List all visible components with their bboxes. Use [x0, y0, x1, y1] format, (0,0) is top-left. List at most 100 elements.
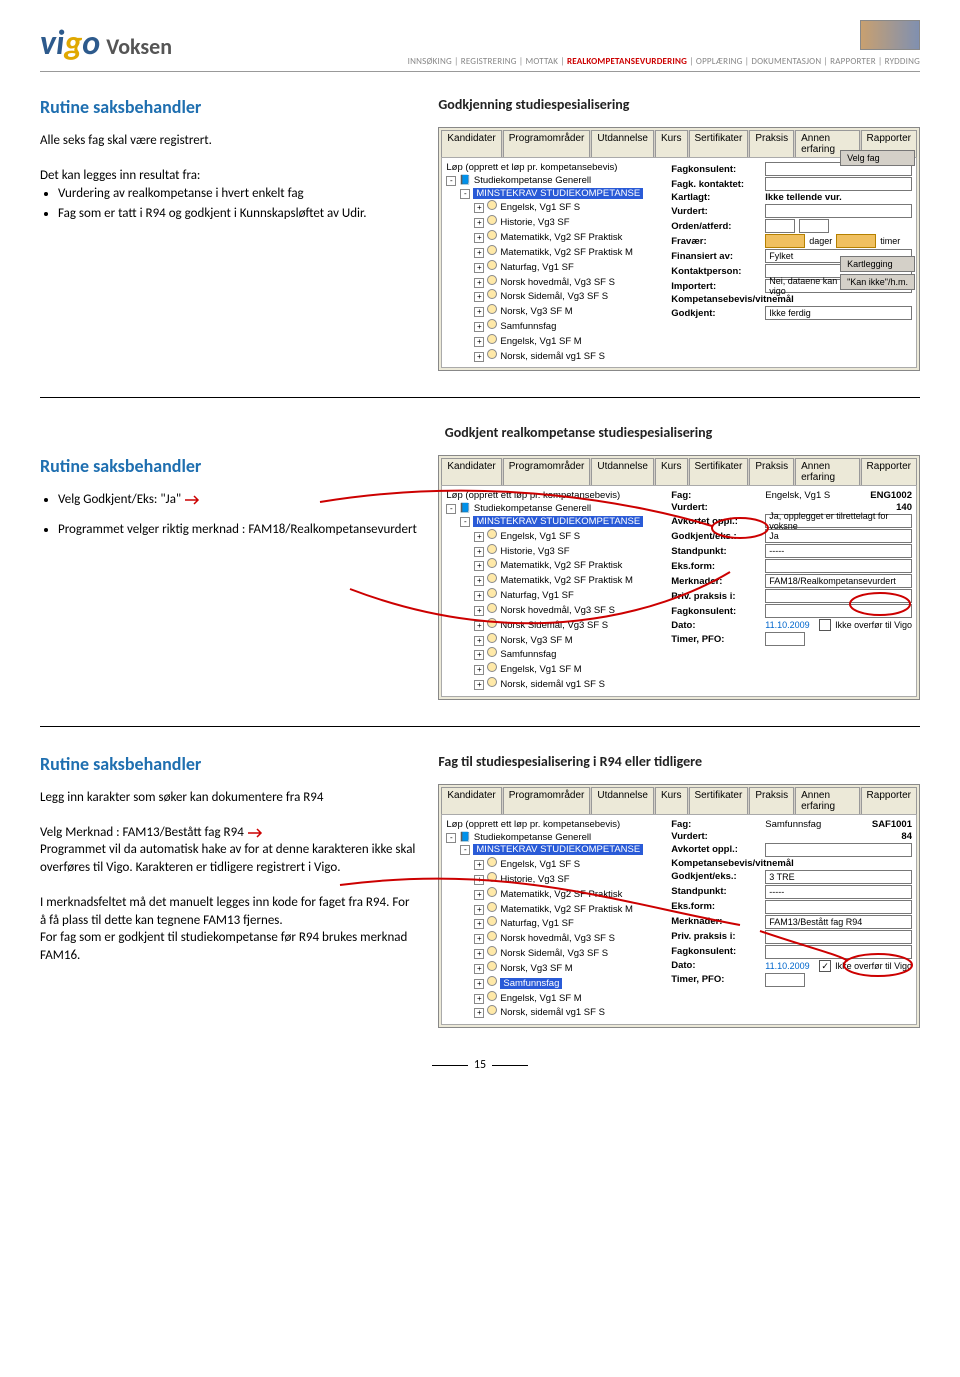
s2-check-overfor[interactable] [819, 619, 831, 631]
tab[interactable]: Annen erfaring [795, 787, 859, 814]
tree-item[interactable]: +Naturfag, Vg1 SF [446, 260, 665, 275]
tree-selected[interactable]: -MINSTEKRAV STUDIEKOMPETANSE [446, 188, 665, 201]
s3-lbl-pfo: Timer, PFO: [671, 974, 761, 985]
velg-fag-button[interactable]: Velg fag [840, 150, 915, 166]
s3-val-vurdert: 84 [901, 831, 912, 842]
s2-val-dato: 11.10.2009 [765, 620, 809, 630]
s1-lbl-komp: Kompetansebevis/vitnemål [671, 294, 761, 305]
s2-field-godeks[interactable]: Ja [765, 529, 912, 543]
tree-item[interactable]: +Engelsk, Vg1 SF M [446, 334, 665, 349]
tab[interactable]: Kandidater [441, 787, 501, 814]
breadcrumb-item: DOKUMENTASJON [751, 56, 821, 67]
tab[interactable]: Programområder [503, 458, 591, 485]
tree-item[interactable]: +Norsk hovedmål, Vg3 SF S [446, 603, 665, 618]
tree-root[interactable]: -📘 Studiekompetanse Generell [446, 832, 665, 845]
logo-o: o [82, 23, 100, 64]
s3-field-priv[interactable] [765, 930, 912, 944]
tree-item[interactable]: +Norsk, sidemål vg1 SF S [446, 1005, 665, 1020]
tab[interactable]: Sertifikater [689, 130, 749, 157]
s2-field-eksform[interactable] [765, 559, 912, 573]
s2-lbl-dato: Dato: [671, 620, 761, 631]
tree-item[interactable]: +Naturfag, Vg1 SF [446, 588, 665, 603]
tab[interactable]: Praksis [749, 130, 794, 157]
tree-item[interactable]: +Samfunnsfag [446, 976, 665, 991]
tree-item[interactable]: +Matematikk, Vg2 SF Praktisk M [446, 245, 665, 260]
tree-item[interactable]: +Naturfag, Vg1 SF [446, 916, 665, 931]
s3-field-pfo[interactable] [765, 973, 805, 987]
s2-bullet-1: Velg Godkjent/Eks: "Ja" [58, 491, 418, 509]
tree-item[interactable]: +Historie, Vg3 SF [446, 872, 665, 887]
s3-field-avkortet[interactable] [765, 843, 912, 857]
tab[interactable]: Utdannelse [591, 130, 654, 157]
s3-field-eksform[interactable] [765, 900, 912, 914]
s1-field-orden2[interactable] [799, 219, 829, 233]
s2-field-pfo[interactable] [765, 632, 805, 646]
screenshot-1: KandidaterProgramområderUtdannelseKursSe… [438, 127, 920, 371]
s3-field-stand[interactable]: ----- [765, 885, 912, 899]
kartlegging-button[interactable]: Kartlegging [840, 256, 915, 272]
tree-item[interactable]: +Norsk, sidemål vg1 SF S [446, 349, 665, 364]
tab[interactable]: Rapporter [861, 458, 917, 485]
tree-root[interactable]: -📘 Studiekompetanse Generell [446, 503, 665, 516]
tab[interactable]: Annen erfaring [795, 458, 859, 485]
s3-val-fag: Samfunnsfag [765, 819, 868, 830]
tree-item[interactable]: +Norsk, Vg3 SF M [446, 304, 665, 319]
s2-field-fagk[interactable] [765, 604, 912, 618]
s2-field-avkortet[interactable]: Ja, opplegget er tilrettelagt for voksne [765, 514, 912, 528]
tab[interactable]: Sertifikater [689, 787, 749, 814]
tree-item[interactable]: +Samfunnsfag [446, 647, 665, 662]
s1-field-dager[interactable] [765, 234, 805, 248]
tree-root[interactable]: -📘 Studiekompetanse Generell [446, 175, 665, 188]
s1-bullet-list: Vurdering av realkompetanse i hvert enke… [58, 185, 418, 223]
s2-field-priv[interactable] [765, 589, 912, 603]
s1-field-orden1[interactable] [765, 219, 795, 233]
s3-field-merk[interactable]: FAM13/Bestått fag R94 [765, 915, 912, 929]
tab[interactable]: Rapporter [861, 787, 917, 814]
tree-item[interactable]: +Matematikk, Vg2 SF Praktisk [446, 887, 665, 902]
tree-item[interactable]: +Norsk, Vg3 SF M [446, 633, 665, 648]
tree-item[interactable]: +Norsk, sidemål vg1 SF S [446, 677, 665, 692]
tab[interactable]: Utdannelse [591, 458, 654, 485]
tree-item[interactable]: +Engelsk, Vg1 SF S [446, 200, 665, 215]
tree-item[interactable]: +Historie, Vg3 SF [446, 544, 665, 559]
s3-field-godeks[interactable]: 3 TRE [765, 870, 912, 884]
tree-item[interactable]: +Historie, Vg3 SF [446, 215, 665, 230]
s2-code-fag: ENG1002 [870, 490, 912, 501]
tree-item[interactable]: +Engelsk, Vg1 SF S [446, 529, 665, 544]
tab[interactable]: Kurs [655, 787, 688, 814]
tree-item[interactable]: +Engelsk, Vg1 SF S [446, 857, 665, 872]
tab[interactable]: Utdannelse [591, 787, 654, 814]
s2-field-merk[interactable]: FAM18/Realkompetansevurdert [765, 574, 912, 588]
tree-item[interactable]: +Norsk hovedmål, Vg3 SF S [446, 275, 665, 290]
tree-item[interactable]: +Samfunnsfag [446, 319, 665, 334]
tree-item[interactable]: +Matematikk, Vg2 SF Praktisk [446, 230, 665, 245]
tree-item[interactable]: +Matematikk, Vg2 SF Praktisk [446, 558, 665, 573]
tree-item[interactable]: +Norsk, Vg3 SF M [446, 961, 665, 976]
tree-item[interactable]: +Matematikk, Vg2 SF Praktisk M [446, 573, 665, 588]
tree-item[interactable]: +Norsk hovedmål, Vg3 SF S [446, 931, 665, 946]
tree-item[interactable]: +Norsk Sidemål, Vg3 SF S [446, 618, 665, 633]
tree-item[interactable]: +Matematikk, Vg2 SF Praktisk M [446, 902, 665, 917]
s1-field-godkjent[interactable]: Ikke ferdig [765, 306, 912, 320]
s2-field-stand[interactable]: ----- [765, 544, 912, 558]
tree-item[interactable]: +Engelsk, Vg1 SF M [446, 991, 665, 1006]
s1-lbl-fravaer: Fravær: [671, 236, 761, 247]
tab[interactable]: Kurs [655, 458, 688, 485]
tree-item[interactable]: +Norsk Sidemål, Vg3 SF S [446, 289, 665, 304]
tab[interactable]: Programområder [503, 130, 591, 157]
tab[interactable]: Programområder [503, 787, 591, 814]
tab[interactable]: Kurs [655, 130, 688, 157]
tab[interactable]: Praksis [749, 787, 794, 814]
s3-field-fagk[interactable] [765, 945, 912, 959]
tree-item[interactable]: +Norsk Sidemål, Vg3 SF S [446, 946, 665, 961]
tab[interactable]: Kandidater [441, 458, 501, 485]
tree-item[interactable]: +Engelsk, Vg1 SF M [446, 662, 665, 677]
kan-ikke-button[interactable]: "Kan ikke"/h.m. [840, 274, 915, 290]
tree-selected[interactable]: -MINSTEKRAV STUDIEKOMPETANSE [446, 516, 665, 529]
tab[interactable]: Kandidater [441, 130, 501, 157]
tab[interactable]: Sertifikater [689, 458, 749, 485]
tab[interactable]: Praksis [749, 458, 794, 485]
s3-check-overfor[interactable]: ✓ [819, 960, 831, 972]
breadcrumb-item: INNSØKING [408, 56, 452, 67]
tree-selected[interactable]: -MINSTEKRAV STUDIEKOMPETANSE [446, 844, 665, 857]
